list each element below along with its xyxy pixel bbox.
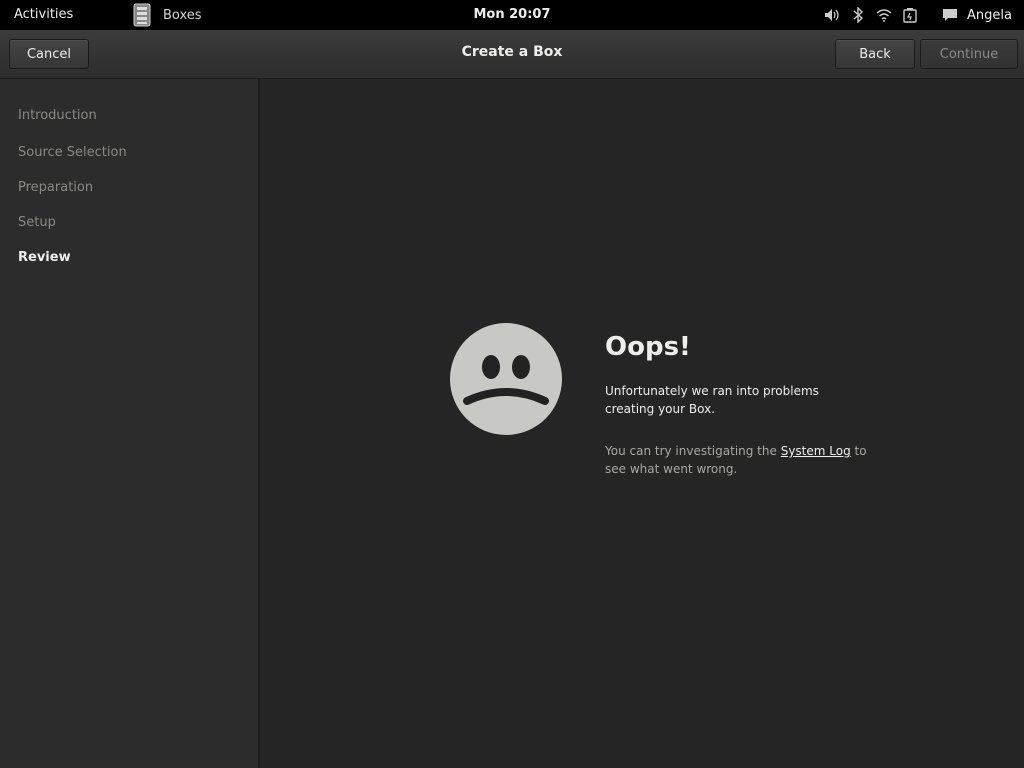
- step-source-selection: Source Selection: [18, 145, 127, 160]
- header-bar: Cancel Create a Box Back Continue: [0, 30, 1024, 79]
- error-hint: You can try investigating the System Log…: [605, 442, 875, 478]
- sad-face-icon: [450, 323, 562, 435]
- top-bar: Activities Boxes Mon 20:07 Angela: [0, 0, 1024, 30]
- hint-text-before: You can try investigating the: [605, 444, 781, 458]
- volume-icon[interactable]: [823, 6, 841, 24]
- step-preparation: Preparation: [18, 180, 94, 195]
- main-content: Oops! Unfortunately we ran into problems…: [260, 79, 1024, 768]
- wizard-steps-sidebar: Introduction Source Selection Preparatio…: [0, 79, 260, 768]
- system-log-link[interactable]: System Log: [781, 444, 851, 458]
- user-menu[interactable]: Angela: [967, 8, 1012, 23]
- step-review: Review: [18, 250, 71, 265]
- battery-icon[interactable]: [901, 6, 919, 24]
- continue-button[interactable]: Continue: [920, 39, 1018, 69]
- system-tray: Angela: [823, 0, 1024, 30]
- bluetooth-icon[interactable]: [849, 6, 867, 24]
- wifi-icon[interactable]: [875, 6, 893, 24]
- error-title: Oops!: [605, 332, 691, 362]
- error-message: Unfortunately we ran into problems creat…: [605, 384, 819, 416]
- back-button[interactable]: Back: [835, 39, 915, 69]
- step-introduction: Introduction: [18, 108, 97, 123]
- step-setup: Setup: [18, 215, 56, 230]
- chat-icon: [941, 6, 959, 24]
